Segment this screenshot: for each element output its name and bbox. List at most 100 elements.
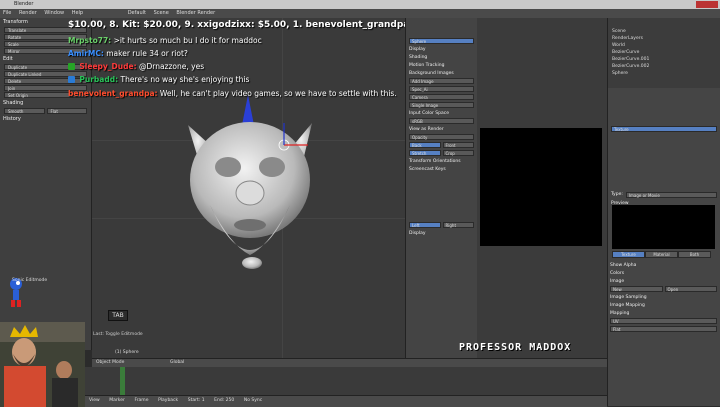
image-mapping-section[interactable]: Image Mapping [610, 303, 717, 308]
outliner-item[interactable]: World [608, 42, 720, 49]
sonic-label: Sonic Editmode [12, 278, 48, 283]
timeline-playback-menu[interactable]: Playback [158, 398, 178, 403]
last-operator-label: Last: Toggle Editmode [93, 332, 143, 337]
shading-section[interactable]: Shading [409, 55, 474, 60]
menu-file[interactable]: File [3, 10, 11, 16]
texture-preview [612, 205, 715, 249]
texture-slot[interactable]: Texture [611, 126, 717, 132]
timeline-frame-menu[interactable]: Frame [134, 398, 148, 403]
active-object-label: (1) Sphere [115, 350, 139, 355]
preview-tabs: Texture Material Both [612, 251, 711, 258]
viewport-properties-panel: Sphere Display Shading Motion Tracking B… [405, 18, 477, 358]
display-label: Display [409, 231, 426, 236]
chat-username[interactable]: Purbadd: [79, 75, 118, 84]
window-controls[interactable] [696, 1, 718, 8]
texture-settings: Show Alpha Colors Image New Open Image S… [607, 260, 720, 334]
chat-message: Purbadd: There's no way she's enjoying t… [68, 75, 249, 84]
chat-username[interactable]: Mrpsto77: [68, 36, 111, 45]
outliner-item[interactable]: BezierCurve.001 [608, 56, 720, 63]
flat-button[interactable]: Flat [46, 108, 87, 114]
add-image-button[interactable]: Add Image [409, 78, 474, 84]
chat-username[interactable]: Sleepy_Dude: [79, 62, 136, 71]
channel-branding: PROFESSOR MADDOX [459, 342, 572, 353]
outliner: Scene RenderLayers World BezierCurve Bez… [607, 18, 720, 88]
chat-text: @Drnazzone, yes [138, 62, 205, 71]
texture-type-select[interactable]: Image or Movie [625, 192, 717, 198]
projection-select[interactable]: Flat [610, 326, 717, 332]
sync-select[interactable]: No Sync [244, 398, 262, 403]
end-frame-field[interactable]: End: 250 [214, 398, 234, 403]
back-toggle[interactable]: Back [409, 142, 441, 148]
outliner-item[interactable]: RenderLayers [608, 35, 720, 42]
render-engine-select[interactable]: Blender Render [176, 10, 215, 16]
image-sampling-section[interactable]: Image Sampling [610, 295, 717, 300]
open-image-button[interactable]: Open [664, 286, 717, 292]
source-select[interactable]: Single Image [409, 102, 474, 108]
history-header[interactable]: History [0, 115, 91, 123]
outliner-item[interactable]: Sphere [608, 70, 720, 77]
chat-username[interactable]: benevolent_grandpa: [68, 89, 158, 98]
chat-text: Well, he can't play video games, so we h… [159, 89, 397, 98]
menu-help[interactable]: Help [72, 10, 83, 16]
new-image-button[interactable]: New [610, 286, 663, 292]
menu-bar: File Render Window Help Default Scene Bl… [0, 9, 720, 18]
motion-tracking-section[interactable]: Motion Tracking [409, 63, 474, 68]
current-frame-marker[interactable] [120, 367, 125, 395]
background-images-section[interactable]: Background Images [409, 71, 474, 76]
left-button[interactable]: Left [409, 222, 441, 228]
scene-select[interactable]: Scene [154, 10, 169, 16]
menu-render[interactable]: Render [19, 10, 37, 16]
timeline-header: View Marker Frame Playback Start: 1 End:… [85, 395, 607, 407]
chat-text: There's no way she's enjoying this [120, 75, 250, 84]
show-alpha-checkbox[interactable]: Show Alpha [610, 263, 717, 268]
subscriber-badge-icon [68, 76, 75, 83]
right-button[interactable]: Right [442, 222, 474, 228]
shading-header: Shading [3, 100, 24, 106]
sculpted-head-mesh[interactable] [180, 95, 320, 285]
timeline-view-menu[interactable]: View [89, 398, 100, 403]
outliner-item[interactable]: BezierCurve [608, 49, 720, 56]
stretch-toggle[interactable]: Stretch [409, 150, 441, 156]
tab-key-indicator: TAB [108, 310, 128, 321]
mapping-section[interactable]: Mapping [610, 311, 717, 316]
view-as-render-checkbox[interactable]: View as Render [409, 127, 474, 132]
window-titlebar: Blender [0, 0, 720, 9]
smooth-button[interactable]: Smooth [4, 108, 45, 114]
opacity-slider[interactable]: Opacity [409, 134, 474, 140]
timeline[interactable] [85, 367, 607, 395]
type-label: Type: [611, 192, 623, 197]
chat-text: >it hurts so much bu I do it for maddoc [113, 36, 262, 45]
3d-view-header: Object Mode Global [92, 358, 607, 367]
chat-username[interactable]: AmirMC: [68, 49, 104, 58]
mode-select[interactable]: Object Mode [96, 360, 124, 365]
material-tab[interactable]: Material [645, 251, 678, 258]
image-header[interactable]: Spec_Ai [409, 86, 474, 92]
object-name-field[interactable]: Sphere [409, 38, 474, 44]
menu-window[interactable]: Window [44, 10, 64, 16]
both-tab[interactable]: Both [678, 251, 711, 258]
display-section[interactable]: Display [409, 47, 474, 52]
transform-orientations-section[interactable]: Transform Orientations [409, 159, 474, 164]
webcam-overlay [0, 322, 85, 407]
chat-message: AmirMC: maker rule 34 or riot? [68, 49, 188, 58]
outliner-item[interactable]: Scene [608, 28, 720, 35]
image-section[interactable]: Image [610, 279, 717, 284]
orientation-select[interactable]: Global [170, 360, 184, 365]
colors-section[interactable]: Colors [610, 271, 717, 276]
input-color-space-label: Input Color Space [409, 111, 449, 116]
color-space-select[interactable]: sRGB [409, 118, 474, 124]
front-toggle[interactable]: Front [442, 142, 474, 148]
window-title: Blender [14, 1, 34, 7]
start-frame-field[interactable]: Start: 1 [188, 398, 205, 403]
outliner-item[interactable]: BezierCurve.002 [608, 63, 720, 70]
screencast-keys-section[interactable]: Screencast Keys [409, 167, 474, 172]
texture-tab[interactable]: Texture [612, 251, 645, 258]
layout-select[interactable]: Default [128, 10, 146, 16]
crop-toggle[interactable]: Crop [442, 150, 474, 156]
timeline-marker-menu[interactable]: Marker [109, 398, 125, 403]
chat-text: maker rule 34 or riot? [106, 49, 188, 58]
chat-message: Sleepy_Dude: @Drnazzone, yes [68, 62, 204, 71]
camera-select[interactable]: Camera [409, 94, 474, 100]
check-badge-icon [68, 63, 75, 70]
coordinates-select[interactable]: UV [610, 318, 717, 324]
